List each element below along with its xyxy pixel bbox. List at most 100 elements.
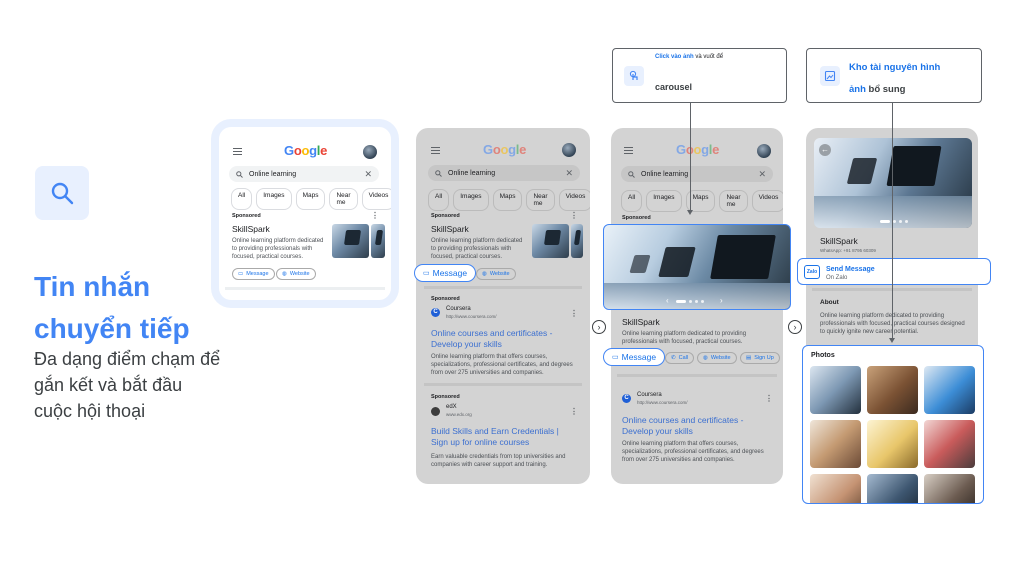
- phone-icon: ✆: [671, 355, 676, 361]
- website-button[interactable]: ◍ Website: [697, 352, 737, 364]
- menu-icon[interactable]: [233, 148, 242, 155]
- chip-images[interactable]: Images: [256, 188, 292, 210]
- ad-name[interactable]: SkillSpark: [232, 224, 270, 234]
- search-query[interactable]: Online learning: [249, 171, 364, 178]
- divider: [617, 374, 777, 377]
- photo-thumb[interactable]: [810, 366, 861, 414]
- carousel-image: [629, 255, 651, 273]
- coursera-logo: C: [431, 308, 440, 317]
- coursera-title-link[interactable]: Online courses and certificates - Develo…: [622, 415, 767, 437]
- send-message-row[interactable]: Zalo Send Message On Zalo: [797, 258, 991, 285]
- photo-thumb[interactable]: [867, 474, 918, 503]
- detail-phone: WhatsApp: +91 8795 60309: [820, 248, 876, 253]
- chip-maps[interactable]: Maps: [492, 189, 523, 211]
- photo-thumb[interactable]: [810, 474, 861, 503]
- chip-all[interactable]: All: [621, 190, 643, 212]
- image-carousel[interactable]: ‹ ›: [603, 224, 791, 310]
- globe-icon: ◍: [482, 271, 487, 277]
- carousel-dots: [676, 300, 704, 303]
- form-icon: ▤: [746, 355, 752, 361]
- clear-icon[interactable]: ✕: [364, 169, 372, 180]
- chip-videos[interactable]: Videos: [751, 190, 783, 212]
- message-button-highlight[interactable]: ▭ Message: [603, 348, 666, 366]
- sponsored-label: Sponsored: [232, 213, 261, 219]
- chip-near-me[interactable]: Near me: [526, 189, 555, 211]
- callout-line2: carousel: [655, 82, 693, 92]
- photo-thumb[interactable]: [867, 420, 918, 468]
- photo-thumb[interactable]: [810, 420, 861, 468]
- phone-message-highlight: Google Online learning ✕ All Images Maps…: [416, 128, 590, 484]
- photo-thumb[interactable]: [867, 366, 918, 414]
- carousel-prev-icon[interactable]: ‹: [666, 296, 669, 305]
- edx-desc: Earn valuable credentials from top unive…: [431, 454, 566, 468]
- search-bar[interactable]: Online learning ✕: [229, 166, 379, 182]
- sponsored-label-3: Sponsored: [431, 394, 460, 400]
- image-library-icon: [820, 66, 840, 86]
- detail-name: SkillSpark: [820, 236, 858, 246]
- message-button[interactable]: ▭ Message: [232, 268, 275, 280]
- chip-videos[interactable]: Videos: [361, 188, 391, 210]
- avatar[interactable]: [363, 145, 377, 159]
- coursera-url: http://www.coursera.com/: [637, 400, 688, 405]
- search-query[interactable]: Online learning: [641, 171, 758, 178]
- more-icon[interactable]: ⋮: [570, 211, 578, 220]
- search-bar[interactable]: Online learning ✕: [621, 166, 773, 182]
- divider: [225, 287, 385, 290]
- chip-near-me[interactable]: Near me: [719, 190, 748, 212]
- edx-title-link[interactable]: Build Skills and Earn Credentials | Sign…: [431, 426, 571, 448]
- ad-image-2[interactable]: [571, 224, 583, 258]
- coursera-desc: Online learning platform that offers cou…: [431, 354, 573, 376]
- back-arrow-icon[interactable]: ←: [819, 144, 831, 156]
- ad-name[interactable]: SkillSpark: [622, 317, 660, 327]
- photo-thumb[interactable]: [924, 474, 975, 503]
- message-button-highlight[interactable]: ▭ Message: [414, 264, 477, 282]
- callout-carousel: Click vào ảnh và vuốt để carousel: [612, 48, 787, 103]
- signup-button[interactable]: ▤ Sign Up: [740, 352, 780, 364]
- ad-image[interactable]: [532, 224, 569, 258]
- more-icon[interactable]: ⋮: [371, 211, 379, 220]
- more-icon[interactable]: ⋮: [570, 309, 578, 318]
- photo-thumb[interactable]: [924, 420, 975, 468]
- ad-name[interactable]: SkillSpark: [431, 224, 469, 234]
- next-arrow-icon[interactable]: ›: [788, 320, 802, 334]
- chip-maps[interactable]: Maps: [295, 188, 326, 210]
- hero-image[interactable]: [814, 138, 972, 228]
- about-text: Online learning platform dedicated to pr…: [820, 313, 965, 335]
- clear-icon[interactable]: ✕: [758, 169, 766, 180]
- avatar[interactable]: [757, 144, 771, 158]
- search-query[interactable]: Online learning: [448, 170, 565, 177]
- ad-desc: Online learning platform dedicated to pr…: [232, 238, 324, 260]
- search-bar[interactable]: Online learning ✕: [428, 165, 580, 181]
- menu-icon[interactable]: [624, 147, 633, 154]
- chip-all[interactable]: All: [231, 188, 253, 210]
- callout-line2: ảnh bổ sung: [849, 84, 906, 95]
- ad-image-2[interactable]: [371, 224, 385, 258]
- next-arrow-icon[interactable]: ›: [592, 320, 606, 334]
- coursera-title-link[interactable]: Online courses and certificates - Develo…: [431, 328, 571, 350]
- avatar[interactable]: [562, 143, 576, 157]
- call-button[interactable]: ✆ Call: [665, 352, 695, 364]
- clear-icon[interactable]: ✕: [565, 168, 573, 179]
- photo-thumb[interactable]: [924, 366, 975, 414]
- arrow-down-icon: [889, 338, 895, 343]
- website-button[interactable]: ◍ Website: [476, 268, 516, 280]
- chip-images[interactable]: Images: [453, 189, 489, 211]
- more-icon[interactable]: ⋮: [570, 407, 578, 416]
- menu-icon[interactable]: [431, 147, 440, 154]
- chip-videos[interactable]: Videos: [558, 189, 590, 211]
- more-icon[interactable]: ⋮: [765, 394, 773, 403]
- website-button[interactable]: ◍ Website: [276, 268, 316, 280]
- chip-near-me[interactable]: Near me: [329, 188, 358, 210]
- carousel-next-icon[interactable]: ›: [720, 296, 723, 305]
- edx-logo: [431, 407, 440, 416]
- chip-all[interactable]: All: [428, 189, 450, 211]
- message-icon: ▭: [612, 354, 619, 361]
- callout-line1: Kho tài nguyên hình: [849, 62, 941, 73]
- search-feature-icon: [35, 166, 89, 220]
- ad-image[interactable]: [332, 224, 369, 258]
- send-message-label[interactable]: Send Message: [826, 266, 875, 273]
- chip-images[interactable]: Images: [646, 190, 682, 212]
- touch-icon: [624, 66, 644, 86]
- divider: [424, 286, 582, 289]
- carousel-image: [710, 235, 776, 279]
